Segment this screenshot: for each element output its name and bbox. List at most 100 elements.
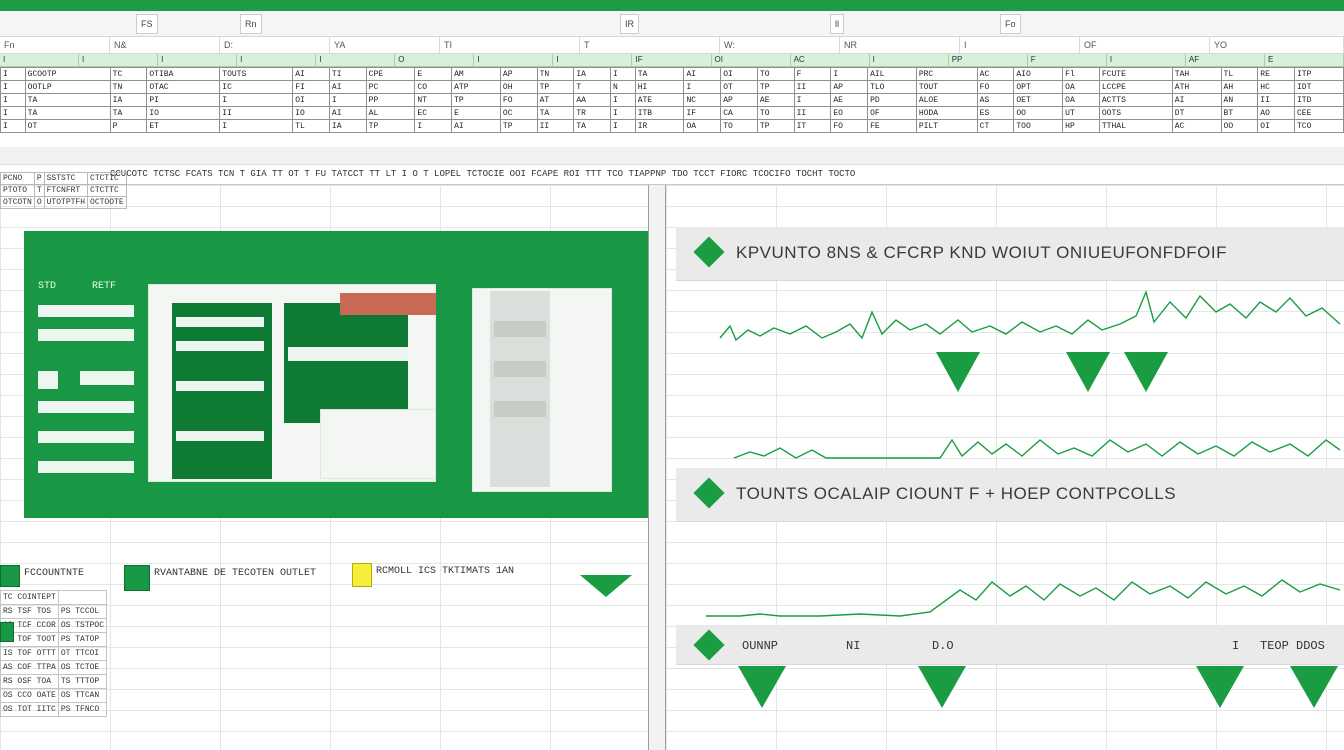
- table-cell[interactable]: AIL: [867, 67, 917, 81]
- table-cell[interactable]: OOTS: [1098, 106, 1173, 120]
- table-cell[interactable]: OS TSTPOC: [57, 618, 108, 633]
- table-cell[interactable]: OI: [1257, 119, 1295, 133]
- table-cell[interactable]: E: [451, 106, 501, 120]
- table-cell[interactable]: SSTSTC: [43, 172, 89, 185]
- table-cell[interactable]: OET: [1013, 93, 1064, 107]
- table-cell[interactable]: TP: [499, 119, 538, 133]
- column-header[interactable]: IF: [632, 54, 712, 66]
- table-cell[interactable]: Fl: [1062, 67, 1100, 81]
- table-cell[interactable]: RS OSF TOA: [0, 674, 59, 689]
- ribbon-button-1[interactable]: FS: [136, 14, 158, 34]
- table-cell[interactable]: F: [793, 67, 832, 81]
- table-cell[interactable]: AI: [328, 106, 367, 120]
- table-cell[interactable]: OTIBA: [146, 67, 221, 81]
- column-header[interactable]: I: [870, 54, 949, 66]
- table-cell[interactable]: II: [793, 106, 832, 120]
- column-header[interactable]: I: [79, 54, 159, 66]
- table-cell[interactable]: II: [536, 119, 575, 133]
- ribbon-button-2[interactable]: Rn: [240, 14, 262, 34]
- table-cell[interactable]: TA: [24, 106, 111, 120]
- table-cell[interactable]: P: [109, 119, 148, 133]
- table-cell[interactable]: I: [219, 93, 294, 107]
- table-cell[interactable]: OO: [1013, 106, 1064, 120]
- table-cell[interactable]: HP: [1062, 119, 1100, 133]
- table-cell[interactable]: TN: [536, 67, 575, 81]
- table-cell[interactable]: I: [219, 119, 294, 133]
- table-cell[interactable]: AE: [756, 93, 795, 107]
- table-cell[interactable]: PILT: [915, 119, 978, 133]
- table-cell[interactable]: II: [793, 80, 832, 94]
- table-cell[interactable]: FO: [830, 119, 869, 133]
- name-box[interactable]: Fn: [0, 37, 110, 53]
- table-cell[interactable]: PTOTO: [0, 184, 35, 197]
- table-cell[interactable]: ITP: [1293, 67, 1344, 81]
- table-cell[interactable]: HI: [634, 80, 685, 94]
- table-cell[interactable]: OI: [292, 93, 330, 107]
- table-cell[interactable]: AA: [573, 93, 612, 107]
- table-cell[interactable]: PRC: [915, 67, 978, 81]
- table-cell[interactable]: TP: [756, 119, 795, 133]
- table-cell[interactable]: AS COF TTPA: [0, 660, 59, 675]
- table-cell[interactable]: EO: [830, 106, 869, 120]
- table-cell[interactable]: I: [0, 119, 26, 133]
- table-cell[interactable]: CO: [414, 80, 453, 94]
- table-cell[interactable]: IDT: [1293, 80, 1344, 94]
- table-cell[interactable]: FI: [292, 80, 330, 94]
- table-cell[interactable]: OT TTCOI: [57, 646, 108, 661]
- table-cell[interactable]: CTCTIC: [87, 172, 127, 185]
- table-cell[interactable]: TP: [451, 93, 501, 107]
- table-cell[interactable]: OO: [1220, 119, 1259, 133]
- table-cell[interactable]: TLO: [867, 80, 917, 94]
- table-cell[interactable]: CTCTTC: [87, 184, 127, 197]
- column-header[interactable]: I: [316, 54, 396, 66]
- table-cell[interactable]: IO: [292, 106, 330, 120]
- table-cell[interactable]: OTAC: [146, 80, 221, 94]
- table-cell[interactable]: TA: [573, 119, 612, 133]
- table-cell[interactable]: TCO: [1293, 119, 1344, 133]
- table-cell[interactable]: TS TTTOP: [57, 674, 108, 689]
- table-cell[interactable]: TP: [536, 80, 575, 94]
- table-cell[interactable]: CA: [720, 106, 758, 120]
- table-cell[interactable]: AH: [1220, 80, 1259, 94]
- table-cell[interactable]: I: [610, 119, 636, 133]
- table-cell[interactable]: CT: [976, 119, 1015, 133]
- table-cell[interactable]: OI: [720, 67, 758, 81]
- table-cell[interactable]: I: [793, 93, 832, 107]
- table-cell[interactable]: EC: [414, 106, 453, 120]
- table-cell[interactable]: OT: [24, 119, 111, 133]
- table-cell[interactable]: ATP: [451, 80, 501, 94]
- table-cell[interactable]: AS: [976, 93, 1015, 107]
- table-cell[interactable]: BT: [1220, 106, 1259, 120]
- table-cell[interactable]: TTHAL: [1098, 119, 1173, 133]
- column-header[interactable]: I: [237, 54, 317, 66]
- table-cell[interactable]: OF: [867, 106, 917, 120]
- table-cell[interactable]: FO: [499, 93, 538, 107]
- table-cell[interactable]: TA: [109, 106, 148, 120]
- table-cell[interactable]: TI: [328, 67, 367, 81]
- formula-cell[interactable]: T: [580, 37, 720, 53]
- table-cell[interactable]: OOTLP: [24, 80, 111, 94]
- ribbon-button-5[interactable]: Fo: [1000, 14, 1021, 34]
- table-cell[interactable]: OH: [499, 80, 538, 94]
- column-header[interactable]: I: [158, 54, 238, 66]
- column-header[interactable]: AF: [1186, 54, 1265, 66]
- column-header[interactable]: I: [474, 54, 554, 66]
- table-cell[interactable]: OA: [683, 119, 722, 133]
- table-cell[interactable]: TL: [1220, 67, 1259, 81]
- table-cell[interactable]: IA: [573, 67, 612, 81]
- table-cell[interactable]: RS TSF TOS: [0, 604, 59, 619]
- table-cell[interactable]: OTCOTN: [0, 196, 35, 209]
- formula-cell[interactable]: NR: [840, 37, 960, 53]
- column-header[interactable]: I: [0, 54, 80, 66]
- table-cell[interactable]: I: [610, 67, 636, 81]
- table-cell[interactable]: AC: [1171, 119, 1222, 133]
- table-cell[interactable]: OS TTCAN: [57, 688, 108, 703]
- table-cell[interactable]: TA: [634, 67, 685, 81]
- table-cell[interactable]: OPT: [1013, 80, 1064, 94]
- table-cell[interactable]: AC: [976, 67, 1015, 81]
- table-cell[interactable]: IC: [219, 80, 294, 94]
- table-cell[interactable]: AP: [499, 67, 538, 81]
- table-cell[interactable]: PS TFNCO: [57, 702, 108, 717]
- table-cell[interactable]: AM: [451, 67, 501, 81]
- table-cell[interactable]: TO: [756, 67, 795, 81]
